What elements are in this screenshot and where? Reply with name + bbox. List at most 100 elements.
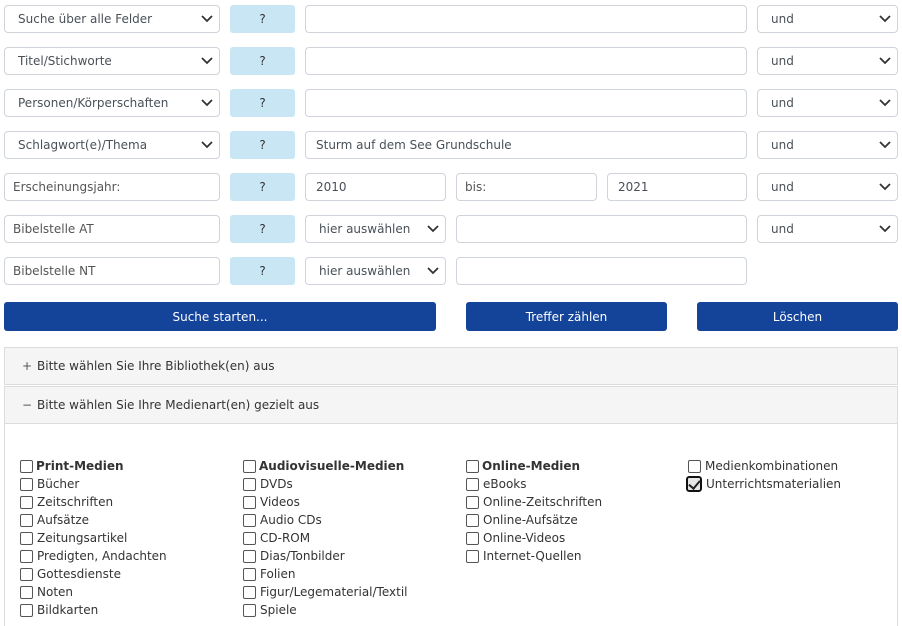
checkbox-online-journals[interactable]: Online-Zeitschriften	[466, 493, 602, 511]
checkbox-services[interactable]: Gottesdienste	[20, 565, 121, 583]
chevron-down-icon	[879, 15, 891, 23]
operator-select-1[interactable]: und	[757, 5, 898, 33]
checkbox-icon[interactable]	[466, 495, 479, 509]
checkbox-icon[interactable]	[20, 459, 33, 473]
checkbox-icon[interactable]	[20, 513, 33, 527]
search-input-2[interactable]	[305, 47, 747, 75]
checkbox-journals[interactable]: Zeitschriften	[20, 493, 113, 511]
help-button-2[interactable]: ?	[230, 47, 295, 75]
checkbox-label: DVDs	[260, 477, 293, 491]
accordion-libraries[interactable]: + Bitte wählen Sie Ihre Bibliothek(en) a…	[4, 347, 898, 385]
operator-select-4-value: und	[771, 138, 794, 152]
operator-select-1-value: und	[771, 12, 794, 26]
checkbox-newspaper-articles[interactable]: Zeitungsartikel	[20, 529, 127, 547]
chevron-down-icon	[879, 57, 891, 65]
search-button[interactable]: Suche starten...	[4, 302, 436, 331]
checkbox-media-combinations[interactable]: Medienkombinationen	[688, 457, 838, 475]
operator-select-3[interactable]: und	[757, 89, 898, 117]
bible-at-input[interactable]	[456, 215, 747, 243]
checkbox-label: Zeitschriften	[37, 495, 114, 509]
checkbox-icon[interactable]	[466, 477, 479, 491]
checkbox-print-media[interactable]: Print-Medien	[20, 457, 124, 475]
checkbox-icon[interactable]	[243, 495, 256, 509]
checkbox-internet-sources[interactable]: Internet-Quellen	[466, 547, 582, 565]
checkbox-icon[interactable]	[243, 585, 256, 599]
checkbox-icon[interactable]	[243, 567, 256, 581]
checkbox-cd-rom[interactable]: CD-ROM	[243, 529, 310, 547]
operator-select-year[interactable]: und	[757, 173, 898, 201]
checkbox-icon[interactable]	[243, 603, 256, 617]
checkbox-online-articles[interactable]: Online-Aufsätze	[466, 511, 578, 529]
checkbox-icon[interactable]	[466, 459, 479, 473]
bible-at-label: Bibelstelle AT	[4, 215, 220, 243]
accordion-media-types[interactable]: − Bitte wählen Sie Ihre Medienart(en) ge…	[4, 386, 898, 424]
year-from-input[interactable]: 2010	[305, 173, 446, 201]
bible-nt-book-select[interactable]: hier auswählen	[305, 257, 446, 285]
checkbox-online-media[interactable]: Online-Medien	[466, 457, 580, 475]
search-input-4[interactable]: Sturm auf dem See Grundschule	[305, 131, 747, 159]
checkbox-figures-material[interactable]: Figur/Legematerial/Textil	[243, 583, 408, 601]
help-button-3[interactable]: ?	[230, 89, 295, 117]
clear-button[interactable]: Löschen	[697, 302, 898, 331]
search-input-1[interactable]	[305, 5, 747, 33]
help-button-bible-at[interactable]: ?	[230, 215, 295, 243]
operator-select-2-value: und	[771, 54, 794, 68]
checkbox-checked-icon[interactable]	[685, 475, 703, 493]
checkbox-sermons[interactable]: Predigten, Andachten	[20, 547, 167, 565]
checkbox-icon[interactable]	[20, 477, 33, 491]
operator-select-2[interactable]: und	[757, 47, 898, 75]
checkbox-icon[interactable]	[20, 603, 33, 617]
checkbox-label: Print-Medien	[36, 459, 124, 473]
accordion-media-label: Bitte wählen Sie Ihre Medienart(en) gezi…	[37, 398, 320, 412]
checkbox-icon[interactable]	[243, 549, 256, 563]
checkbox-audiovisual-media[interactable]: Audiovisuelle-Medien	[243, 457, 404, 475]
bible-at-book-select[interactable]: hier auswählen	[305, 215, 446, 243]
checkbox-teaching-materials[interactable]: Unterrichtsmaterialien	[685, 475, 841, 493]
checkbox-online-videos[interactable]: Online-Videos	[466, 529, 565, 547]
checkbox-label: Bücher	[37, 477, 80, 491]
checkbox-slides[interactable]: Dias/Tonbilder	[243, 547, 345, 565]
operator-select-bible-at[interactable]: und	[757, 215, 898, 243]
checkbox-icon[interactable]	[688, 459, 701, 473]
chevron-down-icon	[879, 225, 891, 233]
help-button-4[interactable]: ?	[230, 131, 295, 159]
search-input-3[interactable]	[305, 89, 747, 117]
checkbox-icon[interactable]	[466, 513, 479, 527]
checkbox-sheet-music[interactable]: Noten	[20, 583, 73, 601]
chevron-down-icon	[201, 99, 213, 107]
checkbox-icon[interactable]	[20, 585, 33, 599]
checkbox-transparencies[interactable]: Folien	[243, 565, 295, 583]
help-button-bible-nt[interactable]: ?	[230, 257, 295, 285]
checkbox-videos[interactable]: Videos	[243, 493, 300, 511]
checkbox-label: Videos	[260, 495, 300, 509]
year-to-input[interactable]: 2021	[607, 173, 747, 201]
checkbox-icon[interactable]	[20, 495, 33, 509]
checkbox-icon[interactable]	[466, 549, 479, 563]
checkbox-articles[interactable]: Aufsätze	[20, 511, 89, 529]
checkbox-games[interactable]: Spiele	[243, 601, 297, 619]
bible-nt-input[interactable]	[456, 257, 747, 285]
checkbox-icon[interactable]	[20, 567, 33, 581]
checkbox-label: eBooks	[483, 477, 527, 491]
checkbox-icon[interactable]	[20, 531, 33, 545]
checkbox-icon[interactable]	[243, 531, 256, 545]
help-button-1[interactable]: ?	[230, 5, 295, 33]
field-select-3[interactable]: Personen/Körperschaften	[4, 89, 220, 117]
field-select-2[interactable]: Titel/Stichworte	[4, 47, 220, 75]
operator-select-4[interactable]: und	[757, 131, 898, 159]
checkbox-audio-cds[interactable]: Audio CDs	[243, 511, 322, 529]
field-select-4[interactable]: Schlagwort(e)/Thema	[4, 131, 220, 159]
checkbox-icon[interactable]	[243, 513, 256, 527]
checkbox-icon[interactable]	[243, 459, 256, 473]
count-hits-button[interactable]: Treffer zählen	[466, 302, 667, 331]
field-select-1[interactable]: Suche über alle Felder	[4, 5, 220, 33]
checkbox-books[interactable]: Bücher	[20, 475, 79, 493]
minus-icon: −	[21, 398, 33, 412]
checkbox-ebooks[interactable]: eBooks	[466, 475, 527, 493]
checkbox-icon[interactable]	[20, 549, 33, 563]
help-button-year[interactable]: ?	[230, 173, 295, 201]
checkbox-picture-cards[interactable]: Bildkarten	[20, 601, 98, 619]
checkbox-icon[interactable]	[243, 477, 256, 491]
checkbox-dvds[interactable]: DVDs	[243, 475, 293, 493]
checkbox-icon[interactable]	[466, 531, 479, 545]
